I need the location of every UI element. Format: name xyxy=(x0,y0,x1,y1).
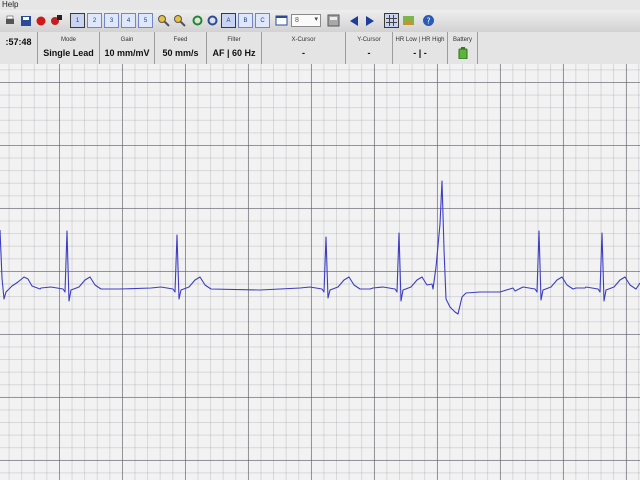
status-gain: Gain 10 mm/mV xyxy=(100,32,155,64)
save-icon[interactable] xyxy=(18,13,33,28)
zoom-in-icon[interactable] xyxy=(156,13,171,28)
window-icon[interactable] xyxy=(274,13,289,28)
lead-selector[interactable]: 8 ▾ xyxy=(291,14,321,27)
feed-value: 50 mm/s xyxy=(162,48,199,58)
battery-icon xyxy=(448,46,477,64)
settings-icon[interactable] xyxy=(49,13,64,28)
ecg-trace-canvas xyxy=(0,180,640,315)
previous-arrow-icon[interactable] xyxy=(346,13,361,28)
menu-help[interactable]: Help xyxy=(0,0,18,9)
status-time: :57:48 xyxy=(0,32,38,64)
chevron-down-icon: ▾ xyxy=(314,16,318,23)
layout-button-3[interactable]: 3 xyxy=(104,13,119,28)
status-feed: Feed 50 mm/s xyxy=(155,32,207,64)
record-icon[interactable] xyxy=(33,13,48,28)
toolbar: 1 2 3 4 5 A B C 8 ▾ ? xyxy=(0,10,640,33)
svg-text:?: ? xyxy=(426,17,430,26)
x-cursor-value: - xyxy=(302,48,305,58)
status-mode: Mode Single Lead xyxy=(38,32,100,64)
layout-button-1[interactable]: 1 xyxy=(70,13,85,28)
print-icon[interactable] xyxy=(2,13,17,28)
gain-value: 10 mm/mV xyxy=(104,48,150,58)
status-bar: :57:48 Mode Single Lead Gain 10 mm/mV Fe… xyxy=(0,32,640,65)
mode-value: Single Lead xyxy=(43,48,94,58)
zoom-out-icon[interactable] xyxy=(172,13,187,28)
image-icon[interactable] xyxy=(401,13,416,28)
zoom-mode-button-b[interactable]: B xyxy=(238,13,253,28)
status-y-cursor: Y-Cursor - xyxy=(346,32,393,64)
layout-button-2[interactable]: 2 xyxy=(87,13,102,28)
hr-value: - | - xyxy=(413,48,427,58)
y-cursor-value: - xyxy=(367,48,371,58)
zoom-mode-button-c[interactable]: C xyxy=(255,13,270,28)
recording-time: :57:48 xyxy=(5,37,32,47)
next-arrow-icon[interactable] xyxy=(362,13,377,28)
menu-bar: Help xyxy=(0,0,640,10)
ecg-trace xyxy=(0,180,640,315)
ecg-grid[interactable] xyxy=(0,64,640,480)
layout-button-5[interactable]: 5 xyxy=(138,13,153,28)
help-icon[interactable]: ? xyxy=(421,13,436,28)
filter-value: AF | 60 Hz xyxy=(212,48,256,58)
zoom-mode-button-a[interactable]: A xyxy=(221,13,236,28)
status-hr: HR Low | HR High - | - xyxy=(393,32,448,64)
refresh-icon[interactable] xyxy=(190,13,205,28)
refresh-alt-icon[interactable] xyxy=(205,13,220,28)
layout-button-4[interactable]: 4 xyxy=(121,13,136,28)
status-battery: Battery xyxy=(448,32,478,64)
status-filter: Filter AF | 60 Hz xyxy=(207,32,262,64)
grid-toggle-icon[interactable] xyxy=(384,13,399,28)
status-x-cursor: X-Cursor - xyxy=(262,32,346,64)
calculator-icon[interactable] xyxy=(326,13,341,28)
